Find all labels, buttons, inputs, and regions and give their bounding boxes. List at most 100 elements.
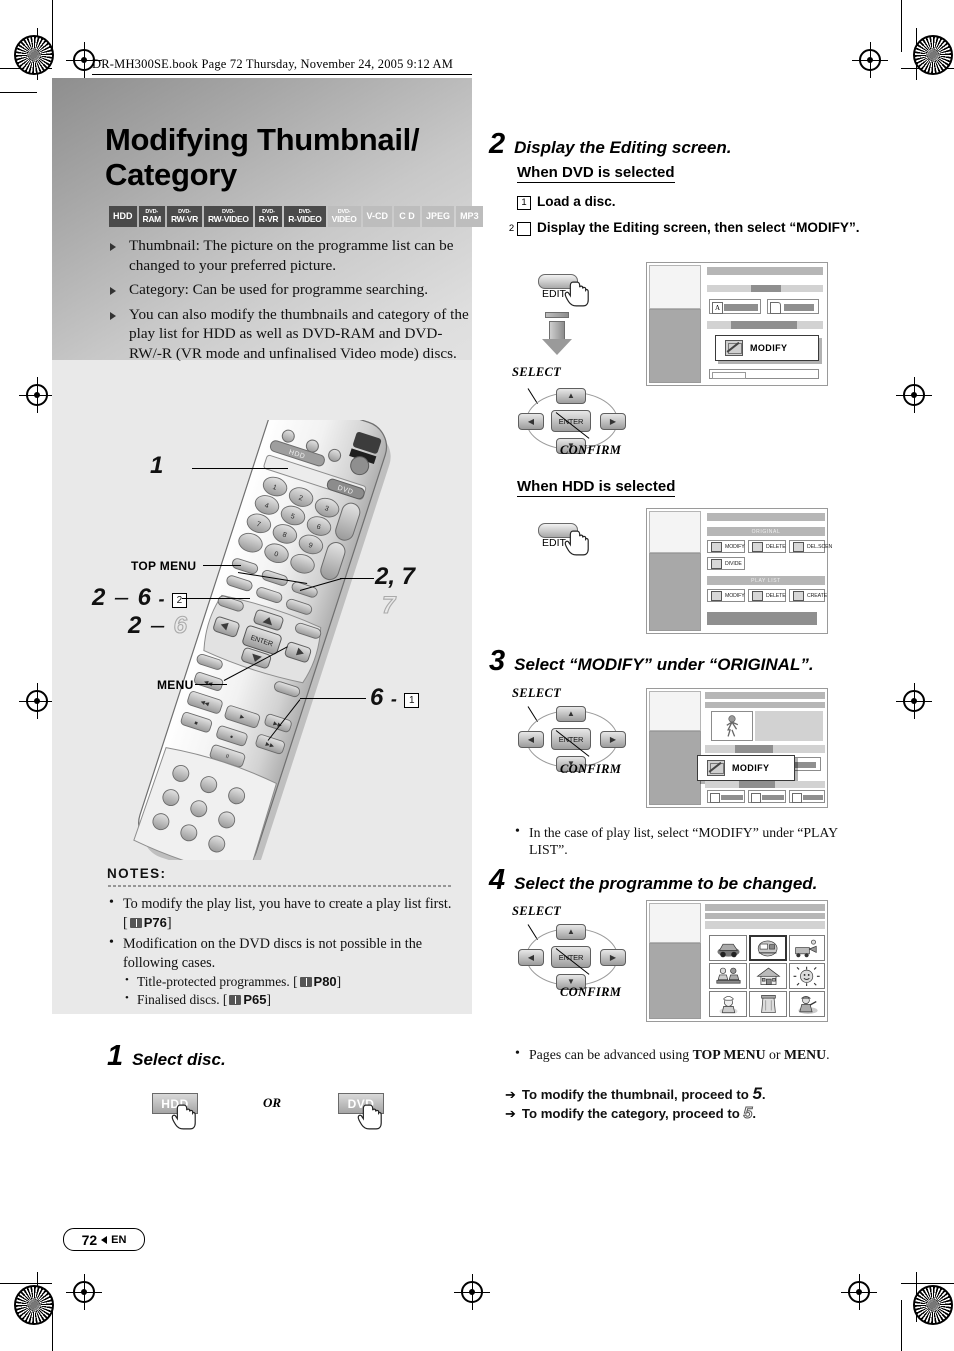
callout-leader-line [182, 598, 250, 599]
modify-popup-label: MODIFY [750, 343, 788, 353]
menu-item-create-playlist[interactable]: CREATE [789, 589, 827, 602]
menu-item-modify-original[interactable]: MODIFY [707, 540, 745, 553]
dpad-left-button[interactable]: ◀ [518, 413, 544, 430]
menu-item-delete-original[interactable]: DELETE [748, 540, 786, 553]
intro-bullet-list: Thumbnail: The picture on the programme … [107, 236, 473, 368]
car-icon [716, 943, 739, 957]
dpad-right-button[interactable]: ▶ [600, 731, 626, 748]
select-label: SELECT [512, 365, 562, 379]
menu-item-divide-original[interactable]: DIVIDE [707, 557, 745, 570]
dpad-control[interactable]: ▲ ▼ ◀ ▶ ENTER [518, 706, 630, 772]
menu-item-modify-playlist[interactable]: MODIFY [707, 589, 745, 602]
media-badge-label: HDD [113, 211, 133, 221]
programme-thumbnail[interactable] [749, 963, 787, 989]
camera-crew-icon [795, 939, 817, 957]
book-reference-icon [229, 995, 242, 1005]
callout-6-outline: 6 [173, 611, 187, 639]
crop-mark-line [0, 1283, 52, 1284]
dpad-right-button[interactable]: ▶ [600, 413, 626, 430]
hand-pointer-icon [354, 1100, 388, 1134]
menu-item-label: DEL.SCEN [807, 543, 833, 550]
hdd-editing-screen: ORIGINAL MODIFY DELETE DEL.SCEN DIVIDE P… [646, 508, 832, 634]
manual-page: DR-MH300SE.book Page 72 Thursday, Novemb… [0, 0, 954, 1351]
programme-thumbnail[interactable] [749, 991, 787, 1017]
dpad-control[interactable]: ▲ ▼ ◀ ▶ ENTER [518, 924, 630, 990]
dpad-left-button[interactable]: ◀ [518, 731, 544, 748]
confirm-label: CONFIRM [560, 985, 622, 999]
dpad-right-button[interactable]: ▶ [600, 949, 626, 966]
note-item: To modify the play list, you have to cre… [107, 894, 459, 932]
screen-menu-cell[interactable] [789, 790, 825, 803]
note-subitem-list: Title-protected programmes. [P80]Finalis… [123, 971, 459, 1009]
step-3-note-list: In the case of play list, select “MODIFY… [513, 823, 843, 861]
callout-box-1: 1 [404, 693, 420, 708]
callout-2-7-label: 2, 7 [375, 563, 416, 590]
note-subitem: Finalised discs. [P65] [123, 989, 459, 1009]
callout-2-label: 2 [92, 584, 106, 611]
proceed-category-text: To modify the category, proceed to [521, 1106, 744, 1121]
screen-bar-2 [705, 702, 825, 708]
select-label: SELECT [512, 686, 562, 700]
programme-thumbnail[interactable] [789, 991, 825, 1017]
screen-left-top [649, 511, 701, 553]
screen-subbar-highlight [751, 285, 781, 292]
registration-target [841, 1274, 877, 1310]
step-4-note: Pages can be advanced using TOP MENU or … [513, 1045, 843, 1063]
dpad-up-button[interactable]: ▲ [556, 706, 586, 722]
page-title: Modifying Thumbnail/ Category [105, 122, 420, 192]
menu-item-label: DELETE [766, 592, 786, 599]
screen-bar-3 [705, 921, 825, 929]
screen-menu-cell[interactable] [748, 790, 786, 803]
callout-leader-line [192, 468, 288, 469]
dpad-left-button[interactable]: ◀ [518, 949, 544, 966]
menu-item-del-scene-original[interactable]: DEL.SCEN [789, 540, 832, 553]
bin-icon [760, 994, 776, 1013]
step-3-heading: 3 Select “MODIFY” under “ORIGINAL”. [489, 645, 814, 678]
proceed-thumbnail-num: 5 [752, 1084, 762, 1103]
select-label: SELECT [512, 904, 562, 918]
scissors-icon [793, 541, 804, 552]
callout-6-label-b: 6 [370, 684, 384, 711]
dpad-up-button[interactable]: ▲ [556, 924, 586, 940]
media-badge-c-d: C D [394, 206, 421, 227]
page-reference: P65 [243, 992, 267, 1007]
star-registration-mark [14, 35, 54, 75]
media-badge-row: HDD DVD- RAM DVD- RW-VR DVD- RW-VIDEO DVD- R-VR D… [109, 206, 483, 227]
step-1-number: 1 [107, 1040, 124, 1072]
modify-popup-label: MODIFY [732, 763, 770, 773]
remote-body-svg: HDD DVD 123 456 789 0 ENTER ◀◀ ▶ ▶▶ ■ ● … [133, 398, 391, 881]
callout-2-label-b: 2 [128, 612, 142, 639]
programme-thumbnail[interactable] [789, 963, 825, 989]
programme-thumbnail[interactable] [709, 991, 747, 1017]
page-reference: P80 [313, 974, 337, 989]
screen-left-top [649, 903, 701, 943]
menu-item-delete-playlist[interactable]: DELETE [748, 589, 786, 602]
step-4-title: Select the programme to be changed. [514, 874, 818, 893]
media-badge-v-cd: V-CD [362, 206, 393, 227]
note-bold-top-menu: TOP MENU [692, 1047, 766, 1062]
menu-item-label: MODIFY [725, 592, 745, 599]
programme-thumbnail[interactable] [789, 935, 825, 961]
pencil-icon [725, 340, 743, 356]
callout-dash: – [114, 584, 129, 611]
screen-menu-cell[interactable] [707, 790, 745, 803]
modify-popup[interactable]: MODIFY [715, 335, 819, 361]
note-subitem: Title-protected programmes. [P80] [123, 971, 459, 991]
substep-load-disc: 1 Load a disc. [517, 193, 847, 210]
remote-callout-7-outline: 7 [381, 591, 396, 619]
remote-callout-2-6-box2: 2 – 6 - 2 [92, 584, 187, 612]
media-badge-hdd: HDD [109, 206, 137, 227]
notes-divider [107, 885, 452, 887]
modify-popup[interactable]: MODIFY [697, 755, 795, 781]
programme-thumbnail[interactable] [749, 935, 787, 961]
step-4-note-list: Pages can be advanced using TOP MENU or … [513, 1045, 843, 1066]
proceed-category-period: . [752, 1106, 757, 1121]
programme-thumbnail[interactable] [709, 963, 747, 989]
registration-target [454, 1274, 490, 1310]
menu-item-label: DIVIDE [725, 560, 742, 567]
dpad-up-button[interactable]: ▲ [556, 388, 586, 404]
media-badge-line2: RW-VIDEO [207, 214, 249, 224]
programme-thumbnail[interactable] [709, 935, 747, 961]
sun-icon [793, 966, 821, 986]
callout-leader-line [300, 698, 366, 699]
